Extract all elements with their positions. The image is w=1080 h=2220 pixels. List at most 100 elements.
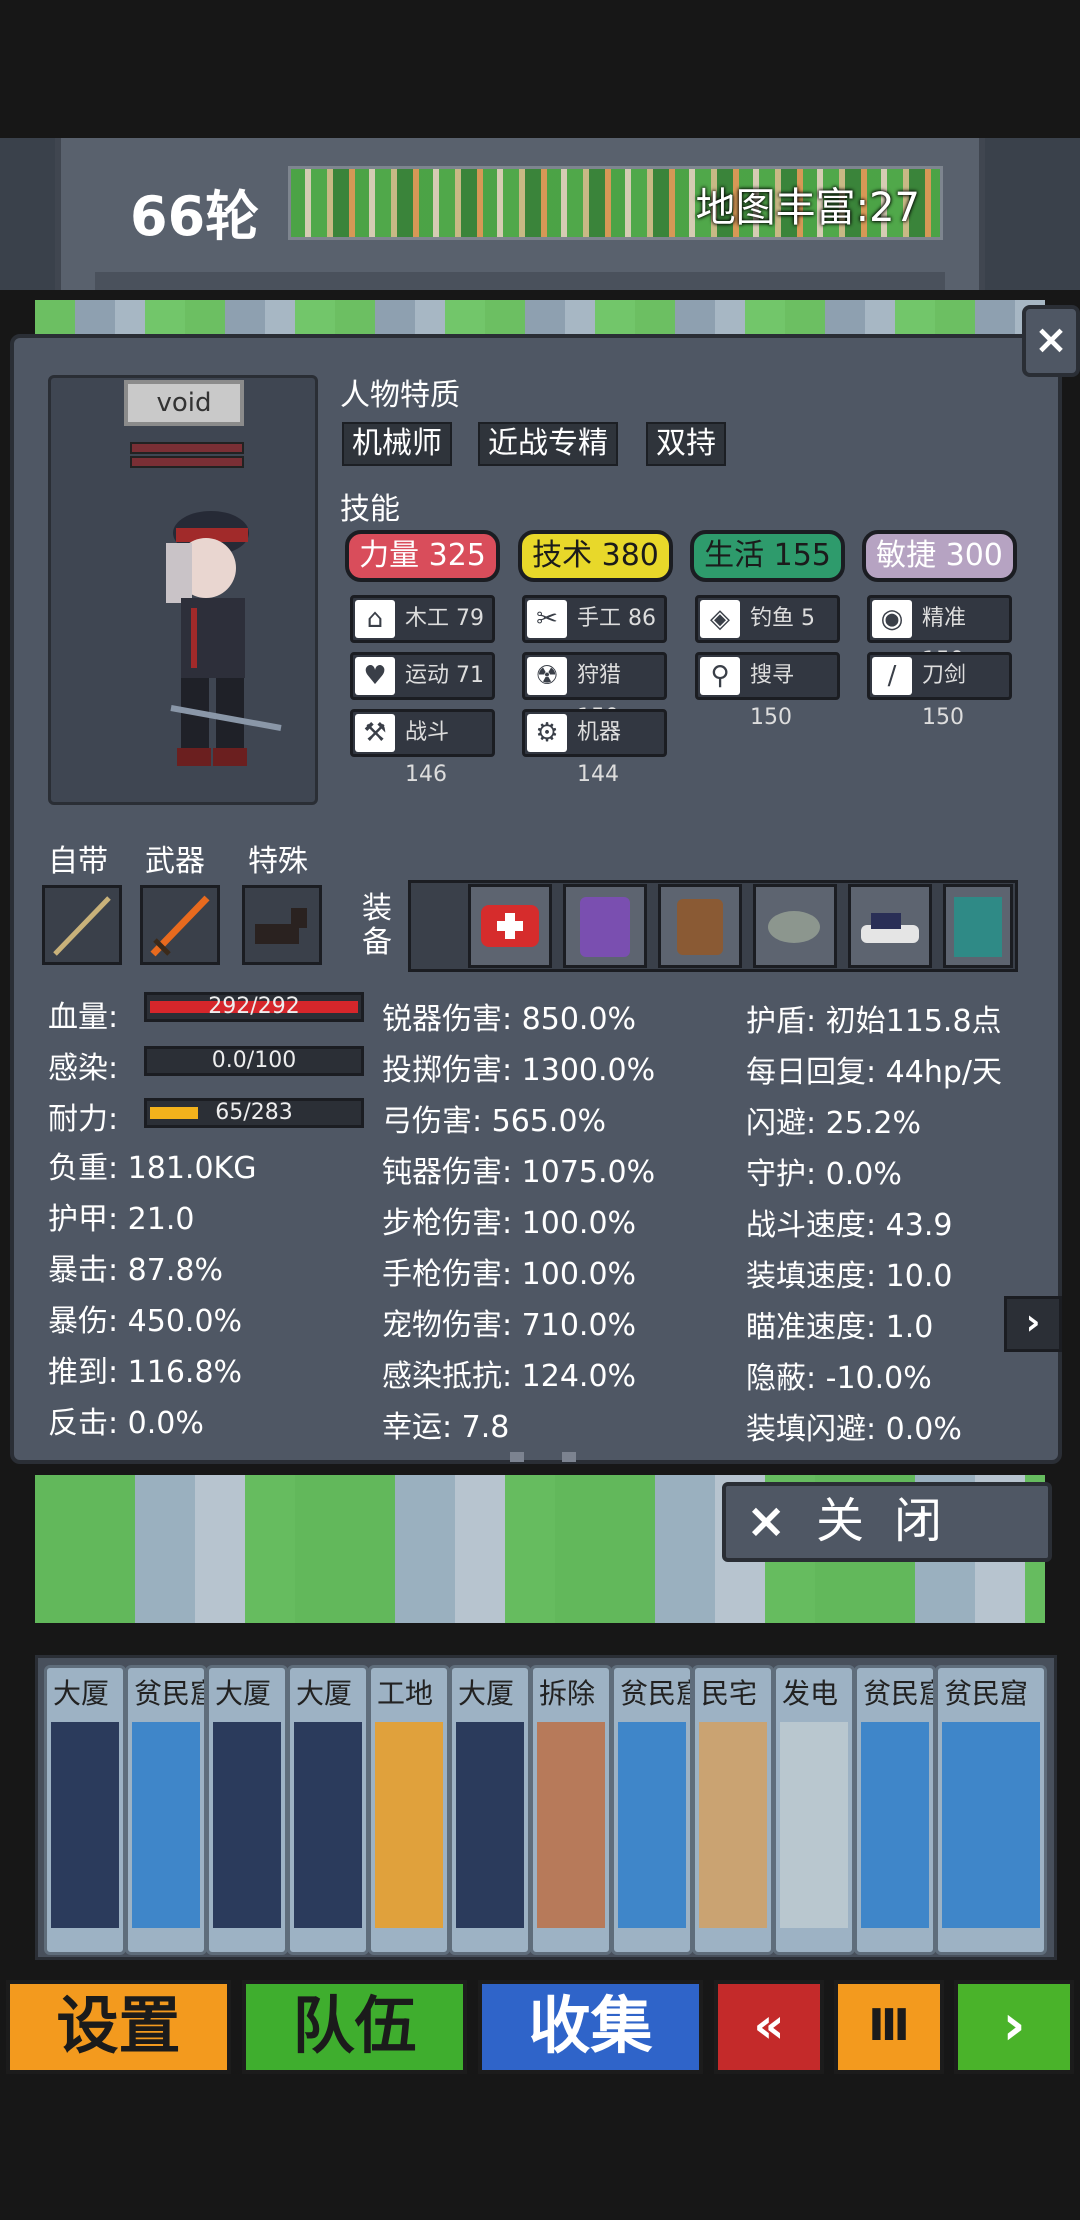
name-bar-2 [130, 456, 244, 468]
next-page-arrow[interactable]: › [1004, 1296, 1062, 1352]
stat-hp-label: 血量: [48, 1000, 119, 1035]
location-card[interactable]: 大厦 [287, 1665, 369, 1955]
stat-dodge: 闪避: 25.2% [746, 1106, 921, 1141]
stat-pistol-dmg: 手枪伤害: 100.0% [382, 1257, 637, 1292]
armor-icon [954, 897, 1002, 957]
card-title: 发电 [782, 1677, 839, 1710]
subskill-hunting[interactable]: ☢狩猎 150 [522, 652, 667, 730]
sneaker-icon [861, 913, 919, 943]
trait-dual[interactable]: 双持 [646, 422, 726, 466]
subskill-label: 战斗 146 [405, 720, 450, 787]
slot-label-weapon: 武器 [145, 844, 205, 879]
location-card[interactable]: 贫民窟 [125, 1665, 207, 1955]
location-card[interactable]: 发电 [773, 1665, 855, 1955]
stat-bow-dmg: 弓伤害: 565.0% [382, 1104, 607, 1139]
infect-bar: 0.0/100 [144, 1046, 364, 1076]
close-icon: × [746, 1493, 787, 1549]
next-button[interactable]: › [954, 1980, 1074, 2074]
collect-button[interactable]: 收集 [478, 1980, 703, 2074]
subskill-precision[interactable]: ◉精准 150 [867, 595, 1012, 673]
slot-weapon[interactable] [140, 885, 220, 965]
skills-title: 技能 [340, 492, 400, 527]
subskill-combat[interactable]: ⚒ 战斗 146 [350, 709, 495, 787]
card-art [780, 1722, 848, 1928]
card-title: 工地 [377, 1677, 434, 1710]
slot-innate[interactable] [42, 885, 122, 965]
stat-luck: 幸运: 7.8 [382, 1410, 510, 1445]
equip-vest[interactable] [563, 884, 647, 968]
subskill-handcraft[interactable]: ✂ 手工 86 [522, 595, 667, 643]
home-icon: ⌂ [355, 600, 395, 638]
stat-blunt-dmg: 钝器伤害: 1075.0% [382, 1155, 656, 1190]
eye-icon: ◉ [872, 600, 912, 638]
card-art [942, 1722, 1040, 1928]
skill-agility[interactable]: 敏捷 300 [862, 530, 1017, 582]
trait-melee[interactable]: 近战专精 [478, 422, 618, 466]
subskill-woodwork[interactable]: ⌂ 木工 79 [350, 595, 495, 643]
subskill-search[interactable]: ⚲ 搜寻 150 [695, 652, 840, 730]
location-card[interactable]: 拆除 [530, 1665, 612, 1955]
location-card[interactable]: 民宅 [692, 1665, 774, 1955]
stat-crit-dmg: 暴伤: 450.0% [48, 1304, 243, 1339]
page-dot-2[interactable] [562, 1452, 576, 1462]
card-title: 拆除 [539, 1677, 596, 1710]
equip-armor[interactable] [943, 884, 1013, 968]
panel-close-button[interactable]: × [1022, 305, 1080, 377]
card-title: 大厦 [53, 1677, 110, 1710]
stat-crit: 暴击: 87.8% [48, 1253, 223, 1288]
subskill-blade[interactable]: / 刀剑 150 [867, 652, 1012, 730]
location-card[interactable]: 大厦 [206, 1665, 288, 1955]
map-richness-text: 地图丰富:27 [695, 185, 920, 231]
pause-button[interactable]: Ⅲ [834, 1980, 944, 2074]
card-art [456, 1722, 524, 1928]
settings-button[interactable]: 设置 [6, 1980, 231, 2074]
name-bar-1 [130, 442, 244, 454]
card-art [861, 1722, 929, 1928]
location-card[interactable]: 贫民窟 [935, 1665, 1047, 1955]
equip-backpack[interactable] [658, 884, 742, 968]
gear-icon: ⚙ [527, 714, 567, 752]
slot-special[interactable] [242, 885, 322, 965]
skill-tech[interactable]: 技术 380 [518, 530, 673, 582]
card-title: 贫民窟 [620, 1677, 690, 1710]
stat-aim-speed: 瞄准速度: 1.0 [746, 1310, 934, 1345]
page-dot-1[interactable] [510, 1452, 524, 1462]
skill-strength[interactable]: 力量 325 [345, 530, 500, 582]
map-strip-top [35, 300, 1045, 334]
subskill-sports[interactable]: ♥ 运动 71 [350, 652, 495, 700]
stat-reload-dodge: 装填闪避: 0.0% [746, 1412, 962, 1447]
subskill-fishing[interactable]: ◈ 钓鱼 5 [695, 595, 840, 643]
stat-pet-dmg: 宠物伤害: 710.0% [382, 1308, 637, 1343]
trait-mechanic[interactable]: 机械师 [342, 422, 452, 466]
stat-guard: 守护: 0.0% [746, 1157, 902, 1192]
stat-sharp-dmg: 锐器伤害: 850.0% [382, 1002, 637, 1037]
character-name-tag: void [124, 380, 244, 426]
stat-infect-label: 感染: [48, 1051, 119, 1086]
location-card[interactable]: 大厦 [44, 1665, 126, 1955]
equip-medkit[interactable] [468, 884, 552, 968]
magnifier-icon: ⚲ [700, 657, 740, 695]
stat-infect-resist: 感染抵抗: 124.0% [382, 1359, 637, 1394]
card-title: 大厦 [215, 1677, 272, 1710]
equip-sneaker[interactable] [848, 884, 932, 968]
rewind-button[interactable]: « [714, 1980, 824, 2074]
location-card[interactable]: 大厦 [449, 1665, 531, 1955]
subskill-machine[interactable]: ⚙ 机器 144 [522, 709, 667, 787]
fish-icon: ◈ [700, 600, 740, 638]
team-button[interactable]: 队伍 [242, 1980, 467, 2074]
location-card[interactable]: 工地 [368, 1665, 450, 1955]
stat-stealth: 隐蔽: -10.0% [746, 1361, 932, 1396]
skill-life[interactable]: 生活 155 [690, 530, 845, 582]
close-button[interactable]: × 关闭 [722, 1482, 1052, 1562]
equip-cap[interactable] [753, 884, 837, 968]
subskill-label: 钓鱼 5 [750, 606, 815, 631]
equip-label: 装备 [362, 891, 392, 960]
backpack-icon [677, 899, 723, 955]
card-art [132, 1722, 200, 1928]
sword-icon: / [872, 657, 912, 695]
vest-icon [580, 897, 630, 957]
stat-rifle-dmg: 步枪伤害: 100.0% [382, 1206, 637, 1241]
header-lip [95, 272, 945, 290]
location-card[interactable]: 贫民窟 [611, 1665, 693, 1955]
location-card[interactable]: 贫民窟 [854, 1665, 936, 1955]
